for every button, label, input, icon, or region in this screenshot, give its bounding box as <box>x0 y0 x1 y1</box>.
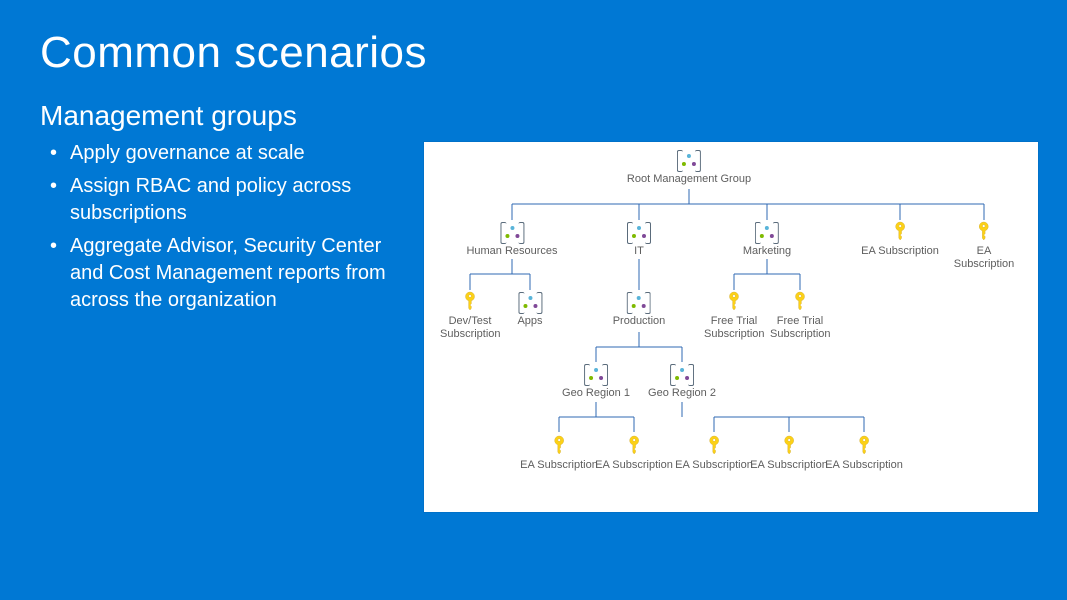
management-group-icon <box>670 364 694 384</box>
management-group-icon <box>755 222 779 242</box>
slide-title: Common scenarios <box>40 28 1027 78</box>
node-label: IT <box>627 245 651 258</box>
node-ea-sub: EA Subscription <box>954 220 1015 270</box>
node-label: EA Subscription <box>750 459 828 472</box>
node-label: Marketing <box>743 245 791 258</box>
management-group-icon <box>518 292 542 312</box>
key-icon <box>791 290 809 312</box>
node-label: EA Subscription <box>861 245 939 258</box>
node-label: Free Trial Subscription <box>770 315 830 340</box>
key-icon <box>891 220 909 242</box>
node-devtest-sub: Dev/Test Subscription <box>440 290 500 340</box>
management-group-icon <box>627 292 651 312</box>
node-label: EA Subscription <box>825 459 903 472</box>
node-hr-mg: Human Resources <box>466 222 557 258</box>
node-free-trial-sub: Free Trial Subscription <box>704 290 764 340</box>
node-label: Apps <box>517 315 542 328</box>
node-apps-mg: Apps <box>517 292 542 328</box>
left-column: Management groups Apply governance at sc… <box>40 100 420 320</box>
node-ea-sub: EA Subscription <box>675 434 753 472</box>
bullet-list: Apply governance at scale Assign RBAC an… <box>40 140 420 314</box>
node-root-mg: Root Management Group <box>627 150 751 186</box>
management-group-icon <box>627 222 651 242</box>
node-ea-sub: EA Subscription <box>595 434 673 472</box>
node-ea-sub: EA Subscription <box>520 434 598 472</box>
section-heading: Management groups <box>40 100 420 132</box>
key-icon <box>855 434 873 456</box>
key-icon <box>550 434 568 456</box>
node-label: Free Trial Subscription <box>704 315 764 340</box>
bullet-item: Assign RBAC and policy across subscripti… <box>50 173 420 227</box>
node-ea-sub: EA Subscription <box>750 434 828 472</box>
node-label: EA Subscription <box>675 459 753 472</box>
key-icon <box>625 434 643 456</box>
node-label: Root Management Group <box>627 173 751 186</box>
key-icon <box>461 290 479 312</box>
node-label: EA Subscription <box>520 459 598 472</box>
node-marketing-mg: Marketing <box>743 222 791 258</box>
bullet-item: Aggregate Advisor, Security Center and C… <box>50 233 420 314</box>
node-production-mg: Production <box>613 292 666 328</box>
node-label: EA Subscription <box>954 245 1015 270</box>
management-group-icon <box>584 364 608 384</box>
node-label: EA Subscription <box>595 459 673 472</box>
node-ea-sub: EA Subscription <box>861 220 939 258</box>
key-icon <box>725 290 743 312</box>
hierarchy-diagram: Root Management Group Human Resources IT… <box>424 142 1038 512</box>
node-label: Human Resources <box>466 245 557 258</box>
node-geo1-mg: Geo Region 1 <box>562 364 630 400</box>
slide: Common scenarios Management groups Apply… <box>0 0 1067 600</box>
bullet-item: Apply governance at scale <box>50 140 420 167</box>
management-group-icon <box>500 222 524 242</box>
key-icon <box>780 434 798 456</box>
node-it-mg: IT <box>627 222 651 258</box>
node-ea-sub: EA Subscription <box>825 434 903 472</box>
key-icon <box>975 220 993 242</box>
management-group-icon <box>677 150 701 170</box>
node-free-trial-sub: Free Trial Subscription <box>770 290 830 340</box>
node-geo2-mg: Geo Region 2 <box>648 364 716 400</box>
node-label: Geo Region 1 <box>562 387 630 400</box>
node-label: Geo Region 2 <box>648 387 716 400</box>
node-label: Production <box>613 315 666 328</box>
node-label: Dev/Test Subscription <box>440 315 500 340</box>
key-icon <box>705 434 723 456</box>
